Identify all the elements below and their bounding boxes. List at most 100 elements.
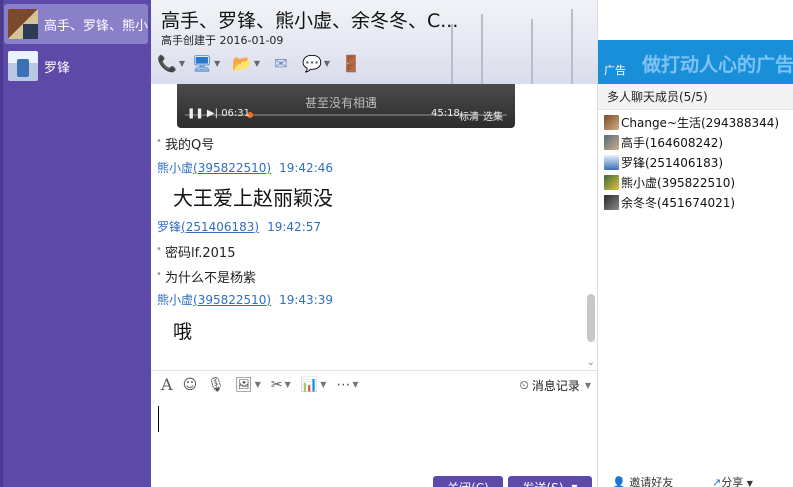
message-text-large: 大王爱上赵丽颖没 [173, 186, 333, 210]
screen-share-button[interactable]: 🖥 ▼ [189, 52, 223, 74]
session-item-luofeng[interactable]: 罗锋 [4, 46, 148, 86]
exit-chat-button[interactable]: 🚪 [339, 52, 363, 74]
member-label: 熊小虚(395822510) [621, 175, 736, 190]
member-list: Change~生活(294388344) 高手(164608242) 罗锋(25… [604, 112, 779, 212]
monitor-icon: 🖥 [191, 53, 213, 73]
message-area: 甚至没有相遇 ❚❚ ▶| 06:31 45:18 标清 选集 我的Q号 熊小虚(… [151, 84, 597, 370]
member-label: 高手(164608242) [621, 135, 724, 150]
background-tree [481, 14, 483, 84]
add-chat-icon: 💬 [301, 53, 322, 73]
chat-subtitle: 高手创建于 2016-01-09 [161, 34, 284, 47]
message-line: 为什么不是杨紫 [151, 267, 581, 286]
ad-banner[interactable]: 做打动人心的广告 广告 [598, 40, 793, 84]
sidebar-edge [0, 0, 3, 487]
chevron-down-icon: ▼ [584, 381, 591, 390]
font-button[interactable]: A [161, 375, 173, 394]
phone-icon: 📞 [156, 53, 177, 73]
message-meta: 熊小虚(395822510) 19:42:46 [157, 159, 587, 176]
right-panel-footer: 👤 邀请好友 ↗分享 ▼ [598, 472, 793, 487]
session-label: 高手、罗锋、熊小 [44, 18, 148, 34]
sender-qq: 251406183 [185, 220, 255, 234]
folder-arrow-icon: 📂 [231, 53, 252, 73]
background-tree [571, 9, 573, 84]
sender-qq: 395822510 [197, 161, 267, 175]
phone-call-button[interactable]: 📞 ▼ [156, 52, 186, 74]
sender-qq-link[interactable]: (395822510) [193, 161, 271, 175]
share-button[interactable]: ↗分享 ▼ [712, 474, 753, 487]
member-item[interactable]: 罗锋(251406183) [604, 152, 779, 172]
member-item[interactable]: Change~生活(294388344) [604, 112, 779, 132]
background-tree [451, 24, 453, 84]
header-toolbar: 📞 ▼ 🖥 ▼ 📂 ▼ ✉ 💬 ▼ 🚪 [156, 52, 363, 74]
voice-button[interactable]: 🎙 [207, 377, 225, 393]
scroll-down-icon[interactable]: ⌄ [587, 357, 595, 368]
message-history-button[interactable]: ⏲ 消息记录 ▼ [519, 377, 591, 394]
video-episode-label[interactable]: 选集 [483, 108, 503, 123]
text-cursor [158, 406, 159, 432]
emoji-button[interactable]: ☺ [183, 377, 198, 393]
clock-icon: ⏲ [519, 378, 529, 392]
member-item[interactable]: 高手(164608242) [604, 132, 779, 152]
user-avatar-icon [604, 134, 619, 150]
members-header: 多人聊天成员(5/5) [598, 84, 793, 110]
user-avatar-icon [604, 174, 619, 190]
video-time-start: 06:31 [221, 108, 251, 119]
session-sidebar: 高手、罗锋、熊小 罗锋 [0, 0, 151, 487]
message-text: 我的Q号 [151, 134, 581, 153]
background-tree [531, 19, 533, 84]
member-item[interactable]: 余冬冬(451674021) [604, 192, 779, 212]
user-avatar-icon [604, 114, 619, 130]
qq-chat-window: 高手、罗锋、熊小 罗锋 高手、罗锋、熊小虚、余冬冬、C... 高手创建于 201… [0, 0, 793, 487]
email-button[interactable]: ✉ [269, 52, 293, 74]
member-label: Change~生活(294388344) [621, 115, 780, 130]
close-button-label: 关闭(C) [447, 479, 489, 487]
sender-qq-link[interactable]: (395822510) [193, 293, 271, 307]
ad-tag: 广告 [604, 64, 626, 77]
send-button[interactable]: 发送(S) ▼ [508, 476, 592, 487]
session-label: 罗锋 [44, 60, 71, 76]
message-input[interactable] [151, 398, 597, 475]
more-tools-button[interactable]: ⋯ ▼ [336, 377, 358, 393]
input-toolbar: A ☺ 🎙 🖼 ▼ ✂ ▼ 📊 ▼ ⋯ ▼ ⏲ 消息记录 ▼ [151, 370, 597, 398]
message-time: 19:42:57 [267, 220, 322, 234]
chevron-down-icon[interactable]: ▼ [571, 483, 577, 487]
poll-button[interactable]: 📊 ▼ [301, 377, 327, 393]
message-line: 我的Q号 [151, 134, 581, 153]
chevron-down-icon: ▼ [253, 58, 261, 68]
sender-nick: 熊小虚 [157, 293, 194, 307]
chat-title: 高手、罗锋、熊小虚、余冬冬、C... [161, 10, 459, 32]
message-line: 密码lf.2015 [151, 242, 581, 261]
exit-door-icon: 🚪 [341, 53, 361, 73]
video-time-end: 45:18 [431, 108, 460, 119]
person-add-icon: 👤 [612, 476, 626, 487]
screenshot-button[interactable]: ✂ ▼ [271, 377, 291, 393]
message-meta: 熊小虚(395822510) 19:43:39 [157, 291, 587, 308]
video-quality-label[interactable]: 标清 [459, 108, 479, 123]
session-item-group[interactable]: 高手、罗锋、熊小 [4, 4, 148, 44]
group-avatar-icon [8, 9, 38, 39]
invite-friends-button[interactable]: 👤 邀请好友 [612, 474, 673, 487]
message-time: 19:43:39 [279, 293, 334, 307]
chevron-down-icon: ▼ [320, 380, 327, 389]
video-caption: 甚至没有相遇 [305, 96, 378, 110]
sender-nick: 熊小虚 [157, 161, 194, 175]
close-button[interactable]: 关闭(C) [433, 476, 503, 487]
file-transfer-button[interactable]: 📂 ▼ [229, 52, 263, 74]
video-preview[interactable]: 甚至没有相遇 ❚❚ ▶| 06:31 45:18 标清 选集 [177, 84, 515, 128]
member-label: 罗锋(251406183) [621, 155, 724, 170]
message-meta: 罗锋(251406183) 19:42:57 [157, 218, 587, 235]
member-item[interactable]: 熊小虚(395822510) [604, 172, 779, 192]
send-button-label: 发送(S) [522, 479, 563, 487]
image-button[interactable]: 🖼 ▼ [235, 377, 261, 393]
sender-qq: 395822510 [197, 293, 267, 307]
chevron-down-icon: ▼ [178, 58, 186, 68]
message-text: 为什么不是杨紫 [151, 267, 581, 286]
chat-scrollbar[interactable] [587, 294, 595, 342]
sender-nick: 罗锋 [157, 220, 182, 234]
message-text: 密码lf.2015 [151, 242, 581, 261]
video-play-controls[interactable]: ❚❚ ▶| 06:31 [187, 108, 250, 119]
create-group-button[interactable]: 💬 ▼ [299, 52, 333, 74]
chevron-down-icon: ▼ [254, 380, 261, 389]
sender-qq-link[interactable]: (251406183) [181, 220, 259, 234]
chevron-down-icon: ▼ [746, 479, 753, 487]
